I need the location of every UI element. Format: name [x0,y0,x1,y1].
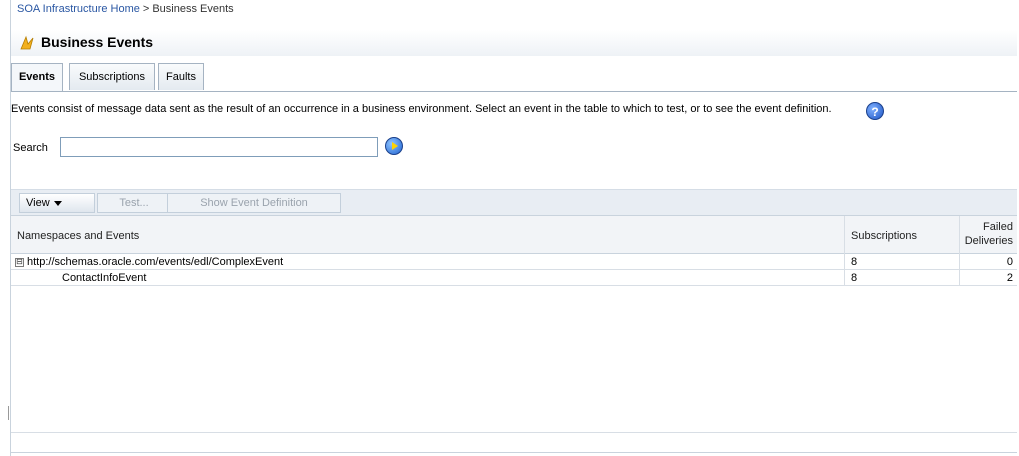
failed-deliveries-cell: 0 [1006,256,1013,268]
breadcrumb: SOA Infrastructure Home > Business Events [17,3,234,15]
tab-subscriptions[interactable]: Subscriptions [69,63,155,90]
footer-border [11,452,1017,453]
tab-faults[interactable]: Faults [158,63,204,90]
search-go-icon[interactable] [385,137,403,155]
view-menu-label: View [26,197,50,209]
column-divider [959,254,960,270]
tab-events[interactable]: Events [11,63,63,92]
collapse-icon[interactable]: ⊟ [15,258,24,267]
scroll-marker [8,406,9,420]
subscriptions-cell: 8 [851,272,858,284]
column-divider [844,270,845,286]
search-input[interactable] [60,137,378,157]
column-divider [844,254,845,270]
column-divider [959,216,960,254]
table-header: Namespaces and Events Subscriptions Fail… [11,215,1017,254]
namespace-cell: ⊟ http://schemas.oracle.com/events/edl/Co… [15,256,283,268]
chevron-down-icon [53,200,62,206]
table-bottom-border [11,432,1017,433]
table-row[interactable]: ⊟ http://schemas.oracle.com/events/edl/Co… [11,254,1017,270]
search-label: Search [13,142,48,154]
column-header-namespaces[interactable]: Namespaces and Events [17,230,139,242]
column-header-subscriptions[interactable]: Subscriptions [851,230,917,242]
column-divider [959,270,960,286]
subscriptions-cell: 8 [851,256,858,268]
show-event-definition-button[interactable]: Show Event Definition [167,193,341,213]
page-description: Events consist of message data sent as t… [11,103,832,115]
table-row[interactable]: ContactInfoEvent 8 2 [11,270,1017,286]
breadcrumb-home-link[interactable]: SOA Infrastructure Home [17,3,140,15]
breadcrumb-current: Business Events [152,3,234,15]
business-events-icon [20,35,34,50]
page-header: Business Events [11,30,1017,56]
table-toolbar: View Test... Show Event Definition [11,189,1017,215]
business-events-page: SOA Infrastructure Home > Business Events … [0,0,1019,456]
breadcrumb-separator: > [142,3,150,15]
column-divider [844,216,845,254]
test-button[interactable]: Test... [97,193,171,213]
failed-deliveries-cell: 2 [1006,272,1013,284]
view-menu-button[interactable]: View [19,193,95,213]
column-header-deliveries: Deliveries [964,235,1013,247]
event-name: ContactInfoEvent [62,272,147,284]
namespace-name: http://schemas.oracle.com/events/edl/Com… [27,256,284,268]
column-header-failed[interactable]: Failed [983,221,1013,233]
help-icon[interactable]: ? [866,102,884,120]
tab-divider [11,91,1017,92]
page-title: Business Events [41,34,154,50]
